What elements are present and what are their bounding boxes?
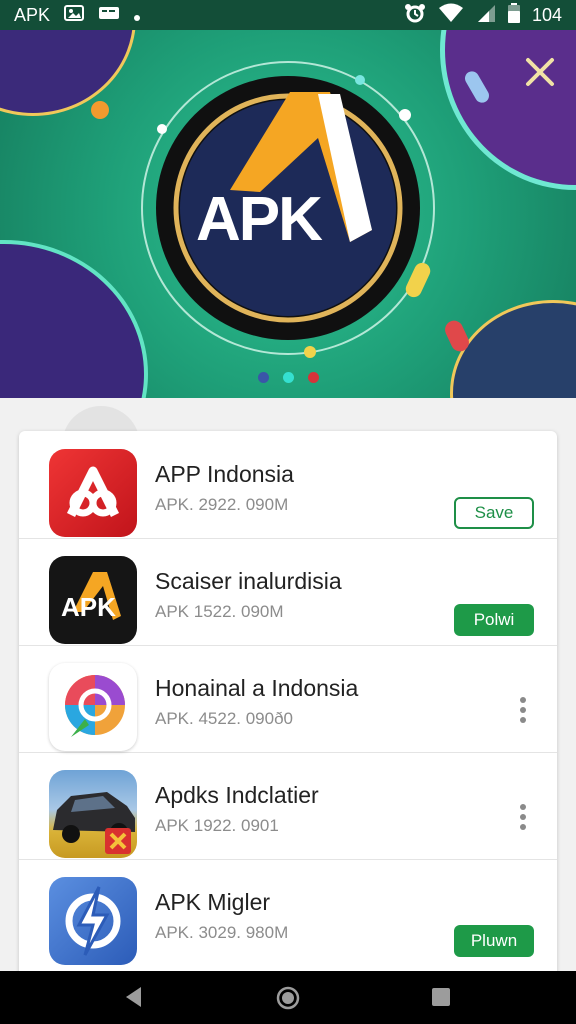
app-list-item[interactable]: APK Scaiser inalurdisia APK 1522. 090M P… xyxy=(19,538,557,646)
dot-icon xyxy=(134,5,141,26)
polwi-button[interactable]: Polwi xyxy=(454,604,534,636)
more-options-icon[interactable] xyxy=(519,804,527,830)
app-icon-scaiser: APK xyxy=(49,556,137,644)
svg-text:APK: APK xyxy=(61,592,116,622)
page-indicator[interactable] xyxy=(0,372,576,383)
app-name: APK Migler xyxy=(155,889,271,915)
app-icon-apdks xyxy=(49,770,137,858)
status-app-label: APK xyxy=(14,4,51,25)
back-icon[interactable] xyxy=(124,986,142,1013)
status-bar: APK 104 xyxy=(0,0,576,30)
app-meta: APK. 4522. 090ð0 xyxy=(155,709,294,728)
page-dot-1[interactable] xyxy=(257,372,269,383)
app-meta: APK. 2922. 090M xyxy=(155,495,289,514)
page-dot-2[interactable] xyxy=(282,372,294,383)
app-icon-app-indonsia xyxy=(49,449,137,537)
app-meta: APK 1522. 090M xyxy=(155,602,284,621)
alarm-icon xyxy=(404,3,426,28)
app-name: APP Indonsia xyxy=(155,461,294,487)
more-options-icon[interactable] xyxy=(519,697,527,723)
app-name: Apdks Indclatier xyxy=(155,782,319,808)
save-button[interactable]: Save xyxy=(454,497,534,529)
app-meta: APK. 3029. 980M xyxy=(155,923,289,942)
app-name: Honainal a Indonsia xyxy=(155,675,359,701)
app-list-card: APP Indonsia APK. 2922. 090M Save APK Sc… xyxy=(19,431,557,976)
app-name: Scaiser inalurdisia xyxy=(155,568,342,594)
app-list-item[interactable]: APK Migler APK. 3029. 980M Pluwn xyxy=(19,859,557,966)
signal-icon xyxy=(476,3,496,28)
hero-logo-text: APK xyxy=(196,185,323,254)
notification-icon xyxy=(98,5,120,26)
app-list-item[interactable]: Honainal a Indonsia APK. 4522. 090ð0 xyxy=(19,645,557,753)
hero-banner[interactable]: APK xyxy=(0,30,576,398)
wifi-icon xyxy=(438,3,464,28)
app-icon-apk-migler xyxy=(49,877,137,965)
app-icon-honainal xyxy=(49,663,137,751)
page-dot-3[interactable] xyxy=(307,372,319,383)
pluwn-button[interactable]: Pluwn xyxy=(454,925,534,957)
app-list-item[interactable]: APP Indonsia APK. 2922. 090M Save xyxy=(19,431,557,539)
recents-icon[interactable] xyxy=(432,988,450,1006)
app-list-item[interactable]: Apdks Indclatier APK 1922. 0901 xyxy=(19,752,557,860)
home-icon[interactable] xyxy=(276,986,300,1015)
screenshot-icon xyxy=(64,4,85,26)
battery-icon xyxy=(507,2,520,28)
battery-level: 104 xyxy=(531,4,562,25)
app-meta: APK 1922. 0901 xyxy=(155,816,279,835)
navigation-bar xyxy=(0,971,576,1024)
